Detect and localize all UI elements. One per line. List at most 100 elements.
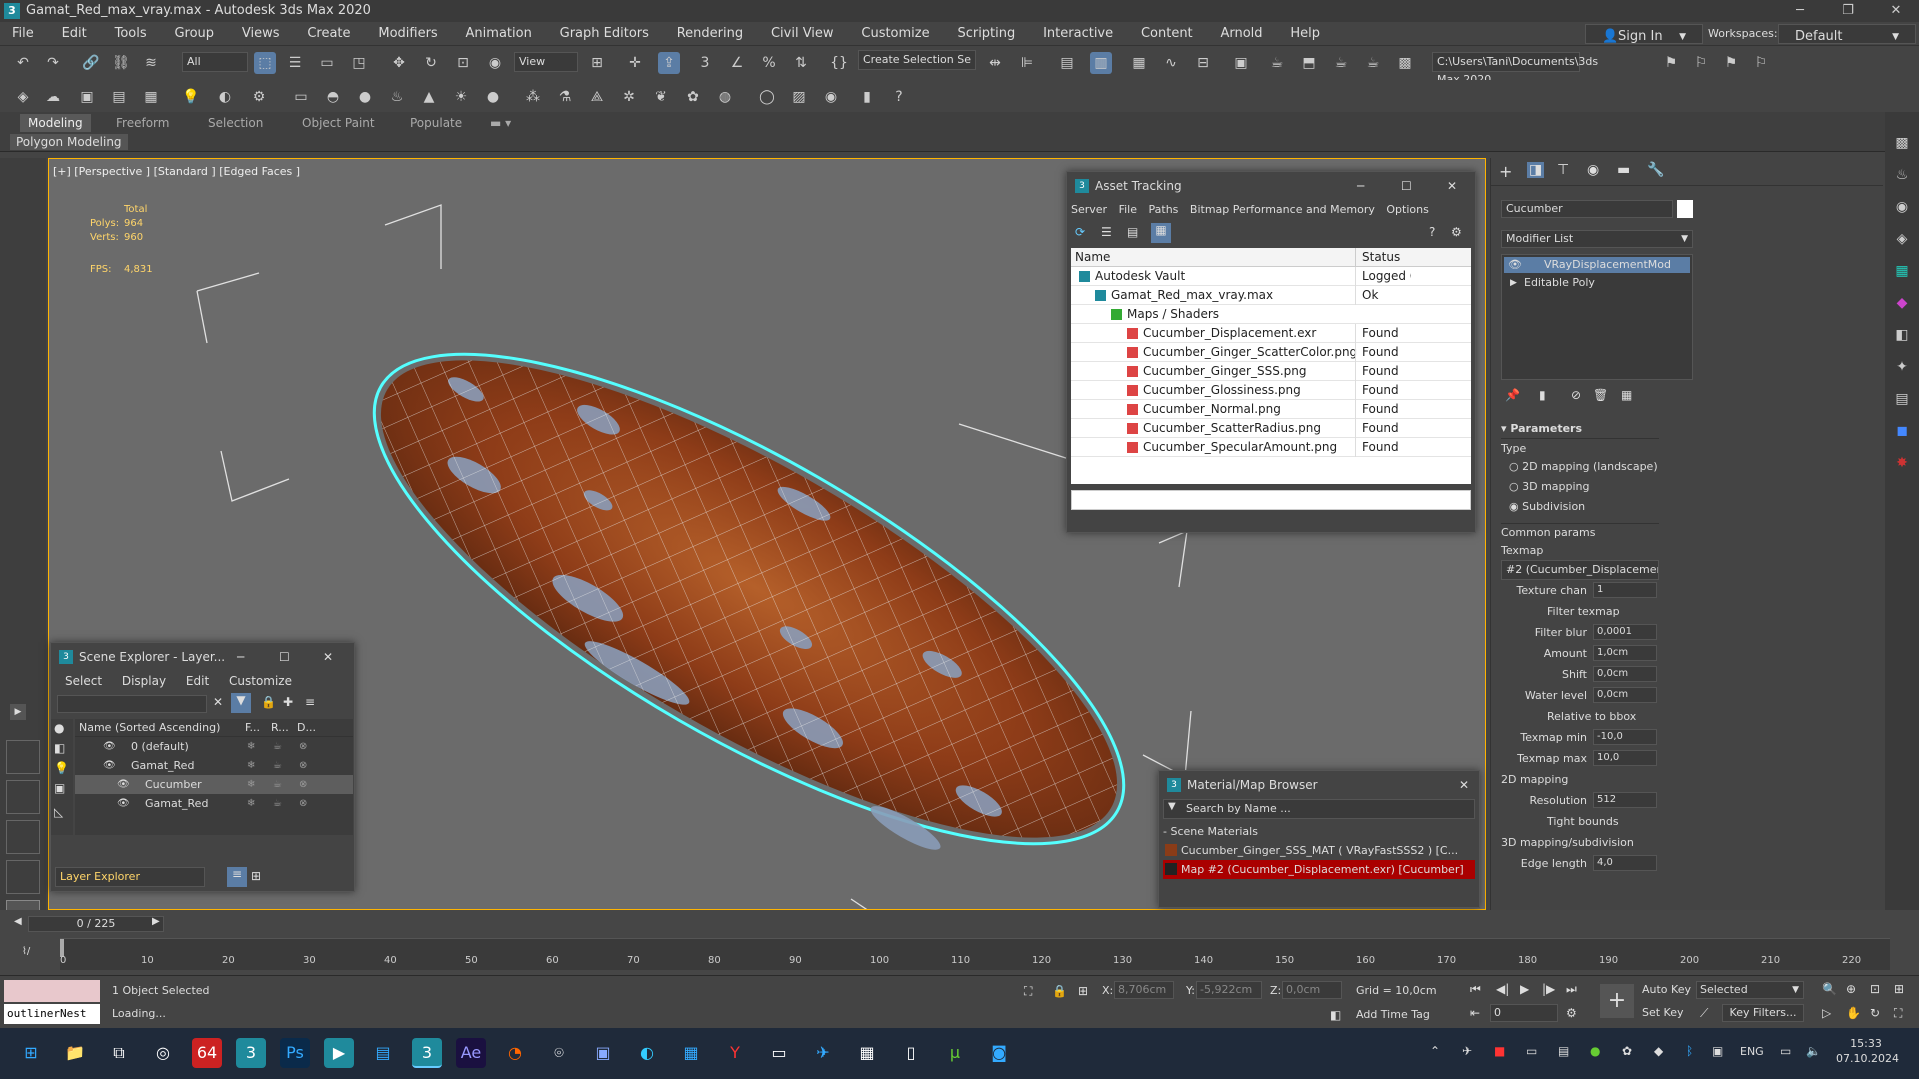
vray-toolbar-icon-9[interactable]: ◉ bbox=[820, 86, 842, 108]
goto-start-icon[interactable]: ⏮ bbox=[1470, 982, 1481, 997]
asset-row[interactable]: Cucumber_SpecularAmount.png Found bbox=[1071, 438, 1471, 457]
app-icon-22[interactable]: ◙ bbox=[984, 1038, 1014, 1068]
bind-space-warp-icon[interactable]: ≋ bbox=[140, 52, 162, 74]
tray-app-icon-4[interactable]: ● bbox=[1590, 1044, 1600, 1058]
pin-stack-icon[interactable]: 📌 bbox=[1505, 388, 1520, 402]
vray-fur-icon[interactable]: ⁂ bbox=[522, 86, 544, 108]
menu-rendering[interactable]: Rendering bbox=[665, 22, 755, 46]
ribbon-polygon-modeling[interactable]: Polygon Modeling bbox=[10, 134, 128, 150]
vray-plane-icon[interactable]: ⟁ bbox=[586, 86, 608, 108]
visibility-eye-icon[interactable]: 👁 bbox=[103, 737, 116, 756]
unlink-icon[interactable]: ⛓ bbox=[110, 52, 132, 74]
vray-scatter-icon[interactable]: ✿ bbox=[682, 86, 704, 108]
stack-item-vraydisplacement[interactable]: 👁 VRayDisplacementMod bbox=[1504, 257, 1690, 273]
expand-arrow-icon[interactable]: ▶ bbox=[1510, 275, 1517, 291]
tab-selection[interactable]: Selection bbox=[200, 114, 271, 132]
app-icon-12[interactable]: ⌾ bbox=[544, 1038, 574, 1068]
vray-toolbar-icon-5[interactable]: ◐ bbox=[214, 86, 236, 108]
key-mode-icon[interactable]: ⇤ bbox=[1470, 1006, 1480, 1020]
tray-app-icon-6[interactable]: ◆ bbox=[1654, 1044, 1663, 1058]
show-end-result-icon[interactable]: ▮ bbox=[1539, 388, 1546, 402]
vray-sphere-light-icon[interactable]: ● bbox=[354, 86, 376, 108]
app-64-icon[interactable]: 64 bbox=[192, 1038, 222, 1068]
rendered-frame-window-icon[interactable]: ⬒ bbox=[1298, 52, 1320, 74]
object-color-swatch[interactable] bbox=[1677, 200, 1693, 218]
vray-toolbar-icon-3[interactable]: ▤ bbox=[108, 86, 130, 108]
scene-materials-section[interactable]: - Scene Materials bbox=[1163, 823, 1475, 841]
se-menu-customize[interactable]: Customize bbox=[229, 674, 292, 688]
type-radio-subdivision[interactable]: ◉ Subdivision bbox=[1501, 497, 1659, 517]
edge-icon[interactable]: ◐ bbox=[632, 1038, 662, 1068]
display-icon[interactable]: ⊗ bbox=[299, 737, 307, 756]
project-folder-icon[interactable]: ⚑ bbox=[1720, 52, 1742, 74]
material-item[interactable]: Map #2 (Cucumber_Displacement.exr) [Cucu… bbox=[1163, 860, 1475, 879]
eye-icon[interactable]: 👁 bbox=[1508, 257, 1522, 273]
vray-clipper-icon[interactable]: ✲ bbox=[618, 86, 640, 108]
col-f-header[interactable]: F... bbox=[245, 719, 260, 737]
scene-row[interactable]: 👁 0 (default) ❄ ☕ ⊗ bbox=[75, 737, 353, 756]
menu-civil-view[interactable]: Civil View bbox=[759, 22, 846, 46]
material-item[interactable]: Cucumber_Ginger_SSS_MAT ( VRayFastSSS2 )… bbox=[1163, 841, 1475, 860]
se-menu-select[interactable]: Select bbox=[65, 674, 102, 688]
right-tool-icon-1[interactable]: ▩ bbox=[1891, 132, 1913, 154]
x-coordinate-field[interactable]: 8,706cm bbox=[1114, 981, 1174, 999]
menu-arnold[interactable]: Arnold bbox=[1208, 22, 1274, 46]
texmap-min-spinner[interactable]: -10,0 bbox=[1593, 729, 1657, 745]
scene-row[interactable]: 👁 Gamat_Red ❄ ☕ ⊗ bbox=[75, 794, 353, 813]
maximize-icon[interactable]: ☐ bbox=[1401, 172, 1412, 200]
render-icon[interactable]: ☕ bbox=[273, 737, 282, 756]
right-tool-icon-10[interactable]: ◼ bbox=[1891, 420, 1913, 442]
reference-coord-dropdown[interactable]: View bbox=[514, 52, 578, 72]
at-menu-bitmap[interactable]: Bitmap Performance and Memory bbox=[1190, 203, 1375, 216]
keyboard-shortcut-override-icon[interactable]: ⇪ bbox=[658, 52, 680, 74]
asset-row[interactable]: Cucumber_Ginger_SSS.png Found bbox=[1071, 362, 1471, 381]
utilities-tab-icon[interactable]: 🔧 bbox=[1647, 162, 1664, 178]
mapping-3d-section-row[interactable]: 3D mapping/subdivision bbox=[1501, 832, 1659, 853]
stack-item-editable-poly[interactable]: ▶ Editable Poly bbox=[1504, 275, 1690, 291]
render-icon[interactable]: ☕ bbox=[273, 756, 282, 775]
add-time-tag[interactable]: Add Time Tag bbox=[1356, 1008, 1430, 1021]
edge-length-spinner[interactable]: 4,0 bbox=[1593, 855, 1657, 871]
yandex-icon[interactable]: Y bbox=[720, 1038, 750, 1068]
minimize-icon[interactable]: ─ bbox=[1780, 0, 1820, 22]
current-frame-field[interactable]: 0 bbox=[1490, 1004, 1558, 1022]
maximize-icon[interactable]: ❐ bbox=[1828, 0, 1868, 22]
menu-scripting[interactable]: Scripting bbox=[945, 22, 1027, 46]
display-geometry-icon[interactable]: ◧ bbox=[54, 741, 65, 755]
vray-sun-icon[interactable]: ☀ bbox=[450, 86, 472, 108]
vray-dome-light-icon[interactable]: ◓ bbox=[322, 86, 344, 108]
menu-views[interactable]: Views bbox=[230, 22, 292, 46]
place-icon[interactable]: ◉ bbox=[484, 52, 506, 74]
scene-row[interactable]: 👁 Cucumber ❄ ☕ ⊗ bbox=[75, 775, 353, 794]
col-name-header[interactable]: Name bbox=[1071, 250, 1110, 264]
render-production-icon[interactable]: ☕ bbox=[1330, 52, 1352, 74]
vray-toolbar-icon-8[interactable]: ▨ bbox=[788, 86, 810, 108]
z-coordinate-field[interactable]: 0,0cm bbox=[1282, 981, 1342, 999]
display-objects-icon[interactable]: ● bbox=[54, 721, 64, 735]
terminal-icon[interactable]: ▭ bbox=[764, 1038, 794, 1068]
maxscript-listener[interactable] bbox=[4, 980, 100, 1002]
water-level-spinner[interactable]: 0,0cm bbox=[1593, 687, 1657, 703]
right-tool-icon-7[interactable]: ◧ bbox=[1891, 324, 1913, 346]
select-manipulate-icon[interactable]: ✛ bbox=[624, 52, 646, 74]
freeze-icon[interactable]: ❄ bbox=[247, 794, 255, 813]
texmap-max-spinner[interactable]: 10,0 bbox=[1593, 750, 1657, 766]
vray-light-lister-icon[interactable]: 💡 bbox=[180, 86, 202, 108]
chevron-down-icon[interactable]: ▼ bbox=[1168, 801, 1176, 812]
orbit-icon[interactable]: ↻ bbox=[1870, 1006, 1880, 1020]
scene-row[interactable]: 👁 Gamat_Red ❄ ☕ ⊗ bbox=[75, 756, 353, 775]
undo-icon[interactable]: ↶ bbox=[12, 52, 34, 74]
display-icon[interactable]: ⊗ bbox=[299, 794, 307, 813]
minimize-icon[interactable]: ─ bbox=[237, 643, 244, 671]
close-icon[interactable]: ✕ bbox=[323, 643, 333, 671]
absolute-mode-icon[interactable]: ⊞ bbox=[1078, 984, 1088, 998]
vray-frame-buffer-icon[interactable]: ▣ bbox=[76, 86, 98, 108]
close-icon[interactable]: ✕ bbox=[1459, 771, 1469, 799]
clock[interactable]: 15:33 07.10.2024 bbox=[1836, 1036, 1899, 1066]
asset-row[interactable]: Cucumber_Displacement.exr Found bbox=[1071, 324, 1471, 343]
freeze-icon[interactable]: ❄ bbox=[247, 737, 255, 756]
help-icon[interactable]: ? bbox=[888, 86, 910, 108]
visibility-eye-icon[interactable]: 👁 bbox=[103, 756, 116, 775]
select-by-name-icon[interactable]: ☰ bbox=[284, 52, 306, 74]
display-lights-icon[interactable]: 💡 bbox=[54, 761, 69, 775]
